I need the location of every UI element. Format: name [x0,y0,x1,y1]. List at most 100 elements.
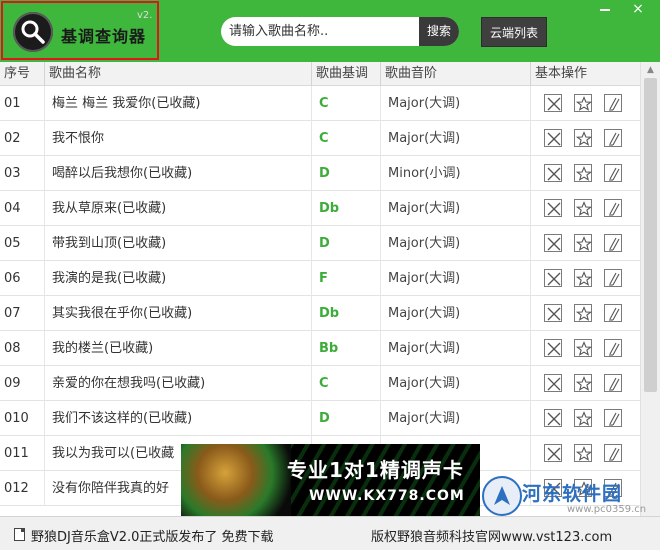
delete-button[interactable] [544,374,562,392]
edit-button[interactable] [604,409,622,427]
ad-headline: 专业1对1精调声卡 [287,458,464,482]
edit-button[interactable] [604,374,622,392]
favorite-button[interactable] [574,409,593,427]
app-version: v2. [137,10,153,21]
row-scale: Major(大调) [381,331,531,366]
minimize-button[interactable] [594,0,616,18]
title-bar: 基调查询器 v2. 搜索 云端列表 × [0,0,660,62]
row-song-name[interactable]: 带我到山顶(已收藏) [45,226,312,261]
row-song-name[interactable]: 亲爱的你在想我吗(已收藏) [45,366,312,401]
row-scale: Major(大调) [381,401,531,436]
row-actions [531,296,640,331]
table-row[interactable]: 05 带我到山顶(已收藏) D Major(大调) [0,226,640,261]
table-row[interactable]: 06 我演的是我(已收藏) F Major(大调) [0,261,640,296]
favorite-button[interactable] [574,304,593,322]
row-song-name[interactable]: 我从草原来(已收藏) [45,191,312,226]
favorite-button[interactable] [574,164,593,182]
document-icon [14,528,25,541]
watermark-name: 河东软件园 [522,483,623,505]
table-row[interactable]: 01 梅兰 梅兰 我爱你(已收藏) C Major(大调) [0,86,640,121]
row-actions [531,436,640,471]
app-title: 基调查询器 [61,27,147,46]
edit-button[interactable] [604,234,622,252]
row-actions [531,86,640,121]
search-input[interactable] [221,17,419,46]
edit-button[interactable] [604,339,622,357]
edit-button[interactable] [604,129,622,147]
delete-button[interactable] [544,199,562,217]
status-bar: 野狼DJ音乐盒V2.0正式版发布了 免费下载 版权野狼音频科技官网www.vst… [0,516,660,550]
row-key: Db [312,296,381,331]
favorite-button[interactable] [574,94,593,112]
row-scale: Minor(小调) [381,156,531,191]
row-song-name[interactable]: 我不恨你 [45,121,312,156]
favorite-button[interactable] [574,374,593,392]
row-number: 011 [0,436,45,471]
close-button[interactable]: × [625,0,651,18]
scroll-thumb[interactable] [644,78,657,392]
row-song-name[interactable]: 梅兰 梅兰 我爱你(已收藏) [45,86,312,121]
row-number: 010 [0,401,45,436]
delete-button[interactable] [544,94,562,112]
favorite-button[interactable] [574,199,593,217]
row-actions [531,191,640,226]
scroll-up-arrow-icon[interactable]: ▲ [641,62,660,79]
row-song-name[interactable]: 我的楼兰(已收藏) [45,331,312,366]
row-scale: Major(大调) [381,226,531,261]
delete-button[interactable] [544,234,562,252]
favorite-button[interactable] [574,129,593,147]
delete-button[interactable] [544,269,562,287]
row-scale: Major(大调) [381,261,531,296]
table-row[interactable]: 02 我不恨你 C Major(大调) [0,121,640,156]
delete-button[interactable] [544,129,562,147]
status-announcement-link[interactable]: 野狼DJ音乐盒V2.0正式版发布了 免费下载 [31,526,274,545]
row-key: C [312,86,381,121]
row-number: 07 [0,296,45,331]
favorite-button[interactable] [574,444,593,462]
delete-button[interactable] [544,444,562,462]
edit-button[interactable] [604,304,622,322]
cloud-list-button[interactable]: 云端列表 [481,17,547,47]
table-header: 序号 歌曲名称 歌曲基调 歌曲音阶 基本操作 [0,62,640,86]
row-song-name[interactable]: 喝醉以后我想你(已收藏) [45,156,312,191]
table-row[interactable]: 07 其实我很在乎你(已收藏) Db Major(大调) [0,296,640,331]
row-key: D [312,156,381,191]
row-number: 05 [0,226,45,261]
row-number: 09 [0,366,45,401]
edit-button[interactable] [604,269,622,287]
table-row[interactable]: 03 喝醉以后我想你(已收藏) D Minor(小调) [0,156,640,191]
row-song-name[interactable]: 我演的是我(已收藏) [45,261,312,296]
delete-button[interactable] [544,304,562,322]
search-button[interactable]: 搜索 [419,17,459,46]
scrollbar[interactable]: ▲ [640,62,660,516]
row-key: D [312,226,381,261]
minimize-icon [600,9,610,11]
favorite-button[interactable] [574,234,593,252]
table-row[interactable]: 010 我们不该这样的(已收藏) D Major(大调) [0,401,640,436]
row-song-name[interactable]: 其实我很在乎你(已收藏) [45,296,312,331]
row-number: 01 [0,86,45,121]
favorite-button[interactable] [574,269,593,287]
table-row[interactable]: 09 亲爱的你在想我吗(已收藏) C Major(大调) [0,366,640,401]
table-row[interactable]: 04 我从草原来(已收藏) Db Major(大调) [0,191,640,226]
delete-button[interactable] [544,164,562,182]
magnifier-icon [13,12,53,52]
row-actions [531,331,640,366]
ad-banner[interactable]: 专业1对1精调声卡 WWW.KX778.COM [181,444,480,516]
row-key: D [312,401,381,436]
row-song-name[interactable]: 我们不该这样的(已收藏) [45,401,312,436]
delete-button[interactable] [544,339,562,357]
row-scale: Major(大调) [381,121,531,156]
edit-button[interactable] [604,199,622,217]
watermark-url: www.pc0359.cn [567,504,647,515]
row-actions [531,156,640,191]
table-row[interactable]: 08 我的楼兰(已收藏) Bb Major(大调) [0,331,640,366]
edit-button[interactable] [604,164,622,182]
delete-button[interactable] [544,409,562,427]
favorite-button[interactable] [574,339,593,357]
row-scale: Major(大调) [381,296,531,331]
row-scale: Major(大调) [381,366,531,401]
edit-button[interactable] [604,94,622,112]
edit-button[interactable] [604,444,622,462]
row-scale: Major(大调) [381,86,531,121]
